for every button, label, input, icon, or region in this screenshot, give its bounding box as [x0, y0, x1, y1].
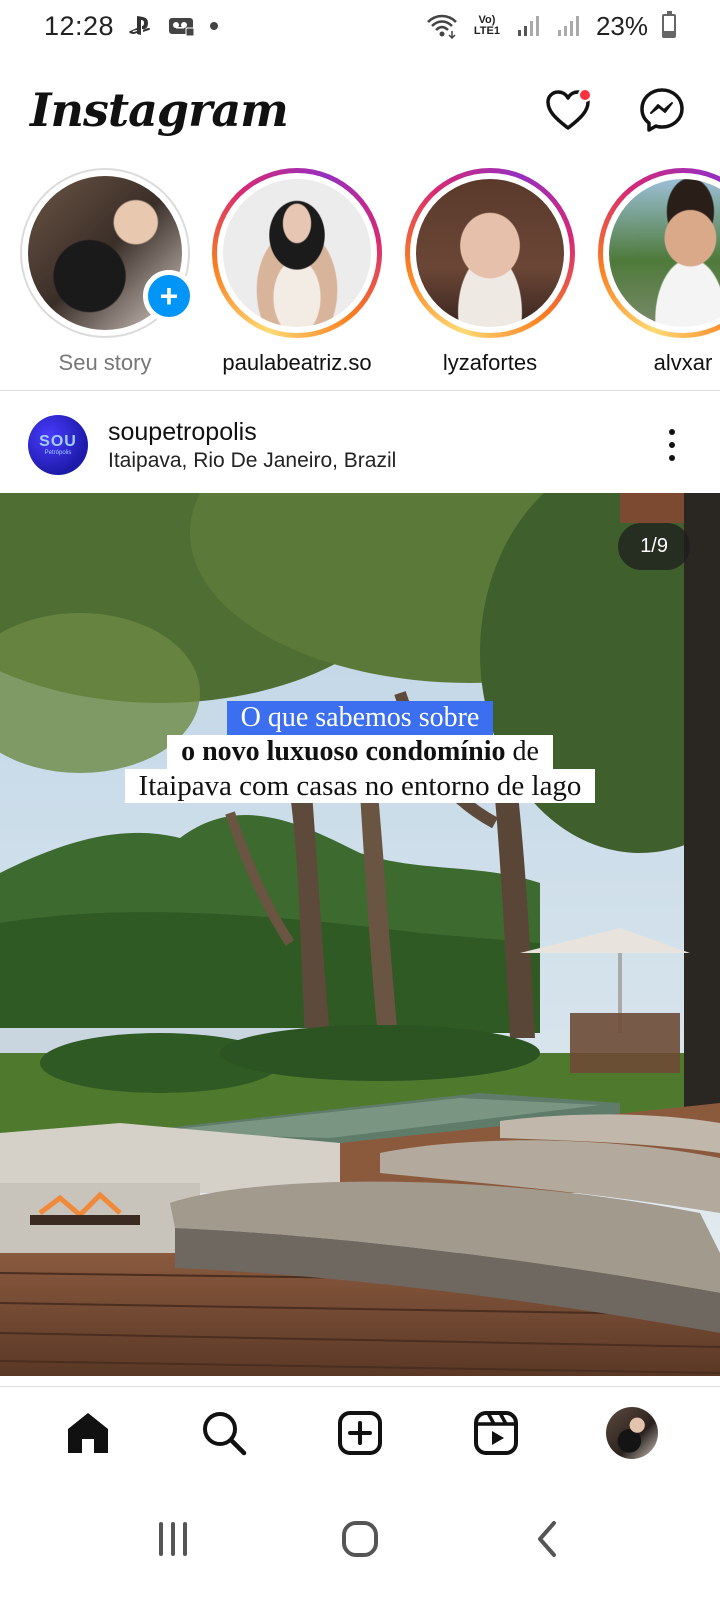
network-label: Vo) LTE1 — [473, 14, 500, 37]
caption-line-2-normal: de — [512, 736, 539, 767]
app-header: Instagram — [0, 60, 720, 160]
wifi-icon — [426, 13, 458, 39]
image-caption: O que sabemos sobre o novo luxuoso condo… — [0, 701, 720, 803]
avatar-logo-text: SOU — [39, 433, 77, 450]
story-ring — [598, 168, 720, 338]
avatar — [223, 179, 371, 327]
caption-line-1: O que sabemos sobre — [226, 701, 494, 735]
battery-percent: 23% — [595, 10, 648, 41]
notification-dot-icon — [210, 22, 219, 30]
avatar-logo-subtext: Petrópolis — [44, 450, 72, 456]
divider — [0, 390, 720, 391]
more-options-button[interactable] — [652, 420, 692, 470]
story-username: alvxar — [653, 350, 713, 375]
search-icon — [203, 1411, 247, 1455]
back-icon — [537, 1521, 556, 1557]
nav-profile-button[interactable] — [602, 1403, 662, 1463]
nav-search-button[interactable] — [194, 1403, 254, 1463]
post-author-avatar[interactable]: SOU Petrópolis — [28, 415, 88, 475]
status-bar: 12:28 Vo) LTE1 23% — [0, 0, 720, 52]
signal-icon-2 — [556, 14, 582, 38]
story-item-own[interactable]: + Seu story — [19, 168, 195, 376]
reels-icon — [474, 1410, 518, 1455]
story-ring — [405, 168, 575, 338]
story-username: lyzafortes — [442, 350, 538, 375]
post-header: SOU Petrópolis soupetropolis Itaipava, R… — [0, 400, 720, 490]
system-navigation — [0, 1478, 720, 1600]
avatar — [609, 179, 720, 327]
status-time: 12:28 — [44, 10, 115, 41]
home-icon — [68, 1412, 108, 1453]
story-username: Seu story — [58, 350, 152, 375]
story-item[interactable]: paulabeatriz.so — [211, 168, 383, 376]
caption-line-3: Itaipava com casas no entorno de lago — [124, 769, 596, 803]
post-photo — [0, 493, 720, 1376]
nav-reels-button[interactable] — [466, 1403, 526, 1463]
story-item[interactable]: lyzafortes — [404, 168, 576, 376]
voicemail-icon — [168, 15, 196, 37]
recent-apps-icon — [159, 1522, 188, 1556]
signal-icon-1 — [516, 14, 542, 38]
instagram-logo[interactable]: Instagram — [30, 83, 289, 137]
home-system-button[interactable] — [320, 1499, 400, 1579]
messenger-icon — [640, 88, 684, 132]
nav-create-button[interactable] — [330, 1403, 390, 1463]
post-location[interactable]: Itaipava, Rio De Janeiro, Brazil — [108, 449, 652, 473]
post-image[interactable]: 1/9 O que sabemos sobre o novo luxuoso c… — [0, 493, 720, 1376]
nav-home-button[interactable] — [58, 1403, 118, 1463]
add-story-button[interactable]: + — [143, 270, 195, 322]
story-item[interactable]: alvxar — [597, 168, 720, 376]
messenger-button[interactable] — [638, 86, 686, 134]
playstation-icon — [128, 15, 154, 37]
caption-line-2: o novo luxuoso condomínio de — [167, 735, 553, 769]
notifications-button[interactable] — [544, 86, 592, 134]
notification-badge — [578, 88, 592, 102]
stories-tray: + Seu story paulabeatriz.so lyzafortes a… — [0, 168, 720, 390]
carousel-counter: 1/9 — [618, 523, 690, 570]
story-username: paulabeatriz.so — [222, 350, 372, 375]
battery-icon — [662, 11, 676, 38]
more-dots-icon — [669, 429, 675, 435]
profile-avatar — [606, 1406, 658, 1459]
bottom-navigation — [0, 1386, 720, 1478]
back-button[interactable] — [507, 1499, 587, 1579]
caption-line-2-bold: o novo luxuoso condomínio — [181, 736, 506, 767]
plus-square-icon — [338, 1410, 382, 1455]
recent-apps-button[interactable] — [133, 1499, 213, 1579]
home-circle-icon — [341, 1521, 378, 1557]
avatar — [416, 179, 564, 327]
post-username[interactable]: soupetropolis — [108, 418, 652, 447]
story-ring — [212, 168, 382, 338]
